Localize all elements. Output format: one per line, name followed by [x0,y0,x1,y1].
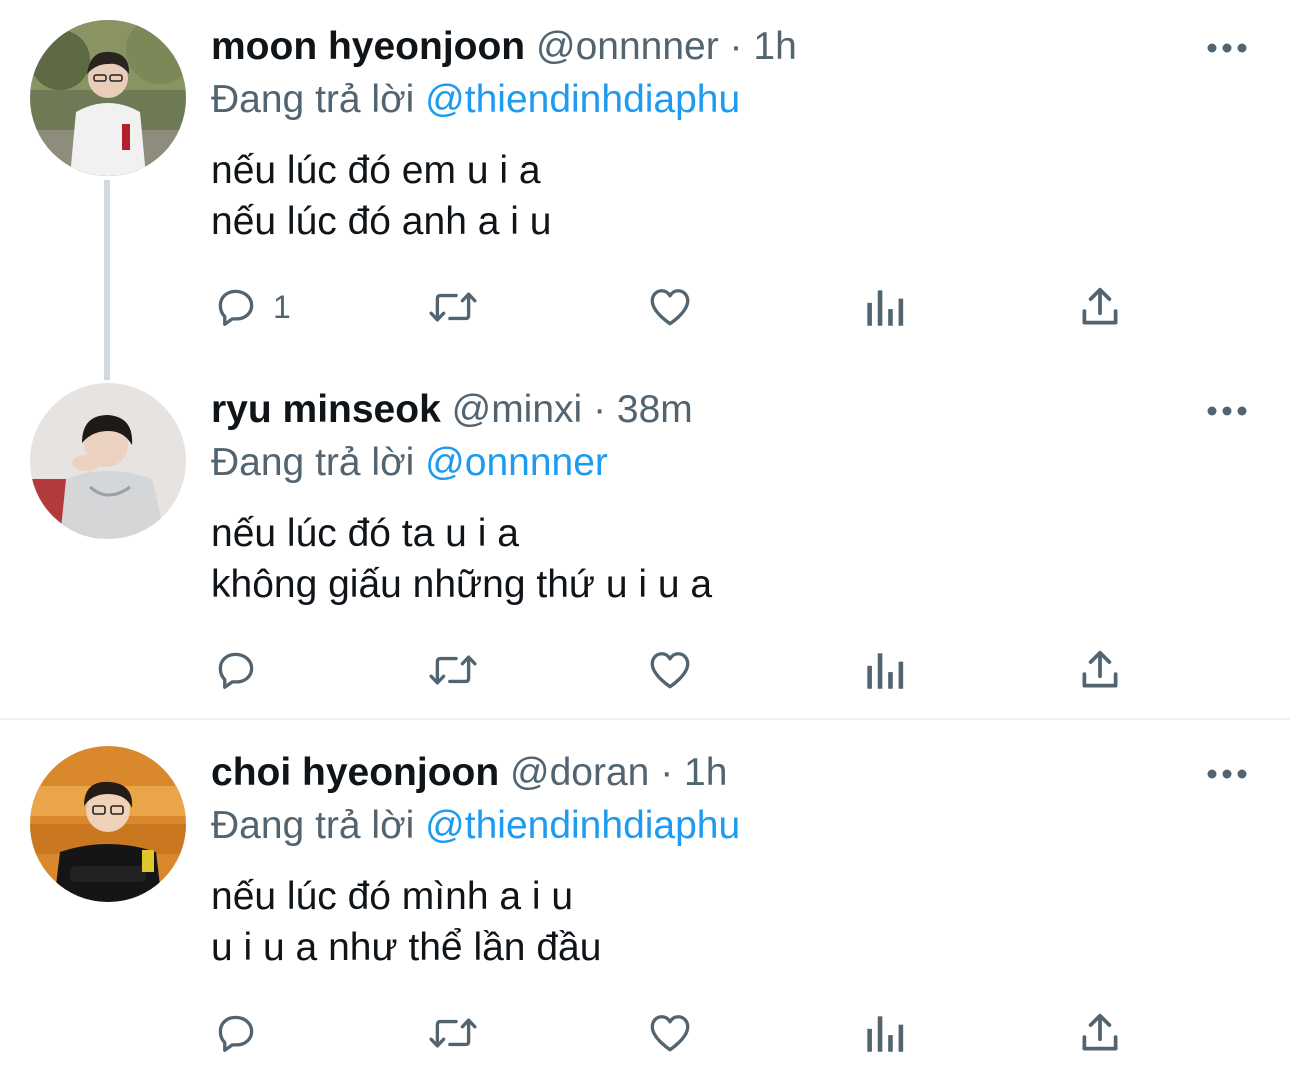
tweet-text-line: nếu lúc đó ta u i a [211,512,519,555]
retweet-icon [425,645,481,695]
user-handle[interactable]: @minxi [452,388,583,431]
tweet-text-line: u i u a như thể lần đầu [211,926,602,969]
replying-to-label: Đang trả lời [211,804,415,847]
like-icon [645,1008,695,1058]
tweet-divider [0,718,1290,720]
analytics-icon [861,1008,907,1058]
avatar[interactable] [30,383,186,539]
like-button[interactable] [645,625,695,715]
analytics-icon [861,282,907,332]
analytics-button[interactable] [861,262,907,352]
share-button[interactable] [1075,625,1125,715]
like-icon [645,645,695,695]
reply-button[interactable]: 1 [211,262,291,352]
tweet-text-line: nếu lúc đó anh a i u [211,200,552,243]
separator-dot: · [660,751,674,794]
more-icon[interactable] [1206,401,1248,421]
action-bar [211,988,1161,1078]
avatar[interactable] [30,746,186,902]
reply-count: 1 [273,288,291,325]
retweet-button[interactable] [425,988,481,1078]
tweet-text: nếu lúc đó ta u i a không giấu những thứ… [211,508,712,610]
reply-mention-link[interactable]: @thiendinhdiaphu [425,78,740,121]
replying-to-label: Đang trả lời [211,78,415,121]
replying-to-label: Đang trả lời [211,441,415,484]
separator-dot: · [593,388,607,431]
display-name[interactable]: choi hyeonjoon [211,751,499,794]
like-button[interactable] [645,988,695,1078]
user-handle[interactable]: @onnnner [536,25,719,68]
action-bar: 1 [211,262,1161,352]
avatar[interactable] [30,20,186,176]
more-icon[interactable] [1206,764,1248,784]
reply-icon [211,1008,261,1058]
display-name[interactable]: ryu minseok [211,388,441,431]
reply-button[interactable] [211,625,273,715]
timestamp[interactable]: 1h [684,751,727,794]
retweet-button[interactable] [425,262,481,352]
retweet-icon [425,1008,481,1058]
tweet-text-line: không giấu những thứ u i u a [211,563,713,606]
retweet-button[interactable] [425,625,481,715]
tweet-text: nếu lúc đó em u i a nếu lúc đó anh a i u [211,145,551,247]
replying-to: Đang trả lời @onnnner [211,439,608,487]
like-icon [645,282,695,332]
reply-mention-link[interactable]: @onnnner [425,441,608,484]
retweet-icon [425,282,481,332]
share-button[interactable] [1075,988,1125,1078]
reply-icon [211,645,261,695]
analytics-icon [861,645,907,695]
like-button[interactable] [645,262,695,352]
share-icon [1075,645,1125,695]
display-name[interactable]: moon hyeonjoon [211,25,525,68]
reply-button[interactable] [211,988,273,1078]
share-icon [1075,1008,1125,1058]
share-button[interactable] [1075,262,1125,352]
tweet-header: choi hyeonjoon @doran · 1h [211,750,727,796]
timestamp[interactable]: 1h [753,25,796,68]
more-icon[interactable] [1206,38,1248,58]
timestamp[interactable]: 38m [617,388,693,431]
replying-to: Đang trả lời @thiendinhdiaphu [211,76,740,124]
analytics-button[interactable] [861,625,907,715]
user-handle[interactable]: @doran [510,751,649,794]
action-bar [211,625,1161,715]
reply-icon [211,282,261,332]
tweet-text-line: nếu lúc đó em u i a [211,149,541,192]
tweet-text-line: nếu lúc đó mình a i u [211,875,574,918]
reply-mention-link[interactable]: @thiendinhdiaphu [425,804,740,847]
replying-to: Đang trả lời @thiendinhdiaphu [211,802,740,850]
tweet-text: nếu lúc đó mình a i u u i u a như thể lầ… [211,871,601,973]
analytics-button[interactable] [861,988,907,1078]
tweet[interactable]: ryu minseok @minxi · 38m Đang trả lời @o… [0,363,1290,718]
tweet-header: moon hyeonjoon @onnnner · 1h [211,24,797,70]
tweet[interactable]: moon hyeonjoon @onnnner · 1h Đang trả lờ… [0,0,1290,362]
share-icon [1075,282,1125,332]
separator-dot: · [729,25,743,68]
tweet[interactable]: choi hyeonjoon @doran · 1h Đang trả lời … [0,726,1290,1083]
tweet-header: ryu minseok @minxi · 38m [211,387,693,433]
